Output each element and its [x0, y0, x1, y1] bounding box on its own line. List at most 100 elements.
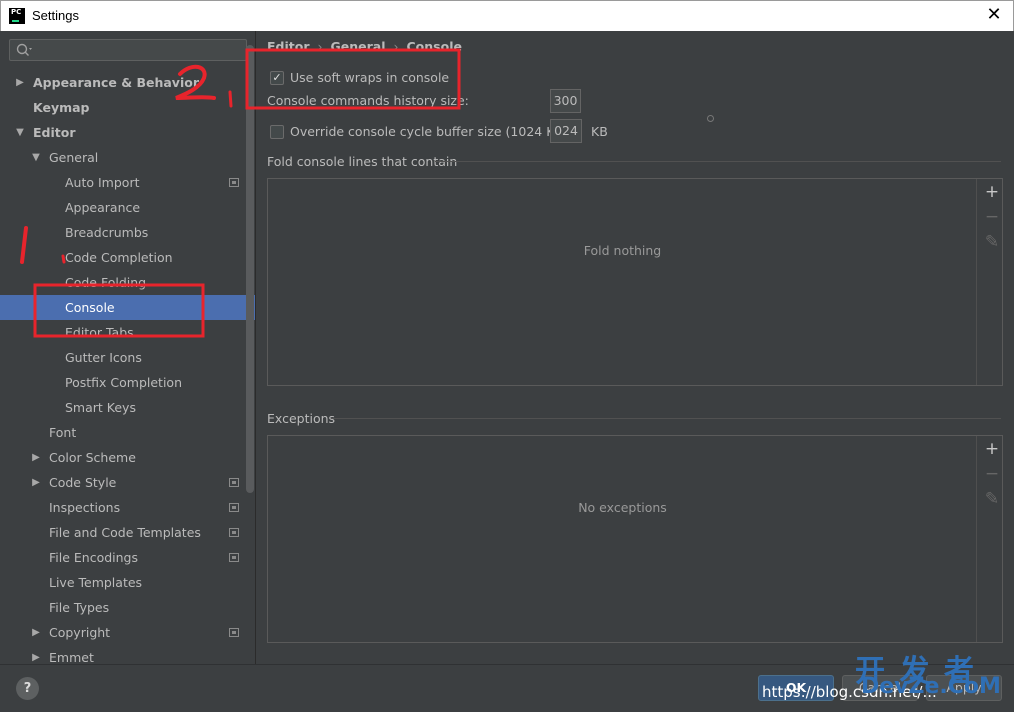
- sidebar-item-inspections[interactable]: Inspections: [0, 495, 255, 520]
- fold-empty-text: Fold nothing: [583, 243, 662, 258]
- fold-section-title: Fold console lines that contain: [267, 154, 458, 169]
- override-buffer-checkbox[interactable]: [270, 125, 284, 139]
- settings-sidebar: ▶ Appearance & Behavior Keymap ▼ Editor ▼ Gene…: [0, 31, 256, 664]
- search-input[interactable]: [9, 39, 247, 61]
- sidebar-item-label: General: [49, 150, 99, 165]
- sidebar-item-gutter-icons[interactable]: Gutter Icons: [0, 345, 255, 370]
- sidebar-item-color-scheme[interactable]: ▶ Color Scheme: [0, 445, 255, 470]
- sidebar-item-postfix-completion[interactable]: Postfix Completion: [0, 370, 255, 395]
- expand-down-icon[interactable]: ▼: [14, 120, 26, 145]
- sidebar-item-file-types[interactable]: File Types: [0, 595, 255, 620]
- sidebar-item-label: File and Code Templates: [49, 525, 201, 540]
- breadcrumb-separator: ›: [317, 39, 323, 54]
- project-scope-icon: [229, 628, 239, 637]
- edit-exception-icon[interactable]: ✎: [982, 489, 1002, 509]
- sidebar-item-label: Color Scheme: [49, 450, 136, 465]
- soft-wraps-label: Use soft wraps in console: [290, 70, 450, 85]
- sidebar-item-label: Keymap: [33, 100, 90, 115]
- buffer-size-input[interactable]: 024: [550, 119, 582, 143]
- sidebar-scrollbar[interactable]: [246, 45, 254, 493]
- expand-right-icon[interactable]: ▶: [30, 645, 42, 664]
- sidebar-item-general[interactable]: ▼ General: [0, 145, 255, 170]
- history-size-label: Console commands history size:: [267, 93, 469, 108]
- title-bar: PC Settings ✕: [0, 0, 1014, 31]
- breadcrumb-editor: Editor: [267, 39, 310, 54]
- fold-lines-list-body: [268, 179, 977, 385]
- sidebar-item-label: Gutter Icons: [65, 350, 142, 365]
- expand-right-icon[interactable]: ▶: [30, 470, 42, 495]
- soft-wraps-checkbox[interactable]: ✓: [270, 71, 284, 85]
- sidebar-item-label: Inspections: [49, 500, 121, 515]
- sidebar-item-label: Copyright: [49, 625, 111, 640]
- exceptions-list[interactable]: No exceptions + − ✎: [267, 435, 1003, 643]
- pycharm-app-icon: PC: [9, 8, 25, 24]
- fold-lines-list[interactable]: Fold nothing + − ✎: [267, 178, 1003, 386]
- add-exception-icon[interactable]: +: [982, 439, 1002, 459]
- sidebar-item-code-completion[interactable]: Code Completion: [0, 245, 255, 270]
- sidebar-item-label: Editor Tabs: [65, 325, 134, 340]
- sidebar-item-keymap[interactable]: Keymap: [0, 95, 255, 120]
- sidebar-item-code-folding[interactable]: Code Folding: [0, 270, 255, 295]
- project-scope-icon: [229, 503, 239, 512]
- sidebar-item-code-style[interactable]: ▶ Code Style: [0, 470, 255, 495]
- sidebar-item-emmet[interactable]: ▶ Emmet: [0, 645, 255, 664]
- exceptions-empty-text: No exceptions: [578, 500, 667, 515]
- project-scope-icon: [229, 553, 239, 562]
- exceptions-section-title: Exceptions: [267, 411, 336, 426]
- history-size-input[interactable]: 300: [550, 89, 581, 113]
- sidebar-item-label: Breadcrumbs: [65, 225, 149, 240]
- sidebar-item-label: Code Folding: [65, 275, 147, 290]
- site-watermark-en: DevZe.CoM: [861, 674, 1001, 699]
- sidebar-item-smart-keys[interactable]: Smart Keys: [0, 395, 255, 420]
- help-icon[interactable]: ?: [16, 677, 39, 700]
- sidebar-item-label: Smart Keys: [65, 400, 136, 415]
- remove-exception-icon[interactable]: −: [982, 464, 1002, 484]
- expand-right-icon[interactable]: ▶: [14, 70, 26, 95]
- search-icon: [16, 43, 32, 56]
- window-title: Settings: [32, 8, 79, 23]
- buffer-size-unit: KB: [591, 124, 608, 139]
- sidebar-item-label: Live Templates: [49, 575, 143, 590]
- sidebar-item-label: Font: [49, 425, 77, 440]
- remove-fold-icon[interactable]: −: [982, 207, 1002, 227]
- edit-fold-icon[interactable]: ✎: [982, 232, 1002, 252]
- sidebar-item-copyright[interactable]: ▶ Copyright: [0, 620, 255, 645]
- close-icon[interactable]: ✕: [983, 4, 1005, 26]
- expand-down-icon[interactable]: ▼: [30, 145, 42, 170]
- project-scope-icon: [229, 528, 239, 537]
- sidebar-item-label: Postfix Completion: [65, 375, 182, 390]
- override-buffer-label: Override console cycle buffer size (1024…: [290, 124, 568, 139]
- sidebar-item-label: Emmet: [49, 650, 94, 664]
- sidebar-item-editor-tabs[interactable]: Editor Tabs: [0, 320, 255, 345]
- project-scope-icon: [229, 178, 239, 187]
- sidebar-item-label: Appearance: [65, 200, 141, 215]
- breadcrumb: Editor › General › Console: [267, 39, 462, 54]
- sidebar-item-label: Code Completion: [65, 250, 173, 265]
- sidebar-item-label: Code Style: [49, 475, 117, 490]
- breadcrumb-separator: ›: [393, 39, 399, 54]
- settings-content: Editor › General › Console ✓ Use soft wraps …: [257, 31, 1014, 664]
- expand-right-icon[interactable]: ▶: [30, 445, 42, 470]
- spinner-dot: [707, 115, 714, 122]
- sidebar-item-file-and-code-templates[interactable]: File and Code Templates: [0, 520, 255, 545]
- add-fold-icon[interactable]: +: [982, 182, 1002, 202]
- sidebar-item-file-encodings[interactable]: File Encodings: [0, 545, 255, 570]
- sidebar-item-label: File Types: [49, 600, 110, 615]
- sidebar-item-console[interactable]: Console: [0, 295, 255, 320]
- sidebar-item-label: Console: [65, 300, 115, 315]
- sidebar-item-live-templates[interactable]: Live Templates: [0, 570, 255, 595]
- project-scope-icon: [229, 478, 239, 487]
- sidebar-item-label: Appearance & Behavior: [33, 75, 199, 90]
- sidebar-item-font[interactable]: Font: [0, 420, 255, 445]
- exceptions-list-body: [268, 436, 977, 642]
- sidebar-item-appearance[interactable]: Appearance: [0, 195, 255, 220]
- sidebar-item-breadcrumbs[interactable]: Breadcrumbs: [0, 220, 255, 245]
- sidebar-item-appearance-behavior[interactable]: ▶ Appearance & Behavior: [0, 70, 255, 95]
- breadcrumb-general: General: [330, 39, 386, 54]
- sidebar-item-auto-import[interactable]: Auto Import: [0, 170, 255, 195]
- section-divider: [331, 418, 1001, 419]
- sidebar-item-editor[interactable]: ▼ Editor: [0, 120, 255, 145]
- section-divider: [435, 161, 1001, 162]
- breadcrumb-console: Console: [406, 39, 462, 54]
- expand-right-icon[interactable]: ▶: [30, 620, 42, 645]
